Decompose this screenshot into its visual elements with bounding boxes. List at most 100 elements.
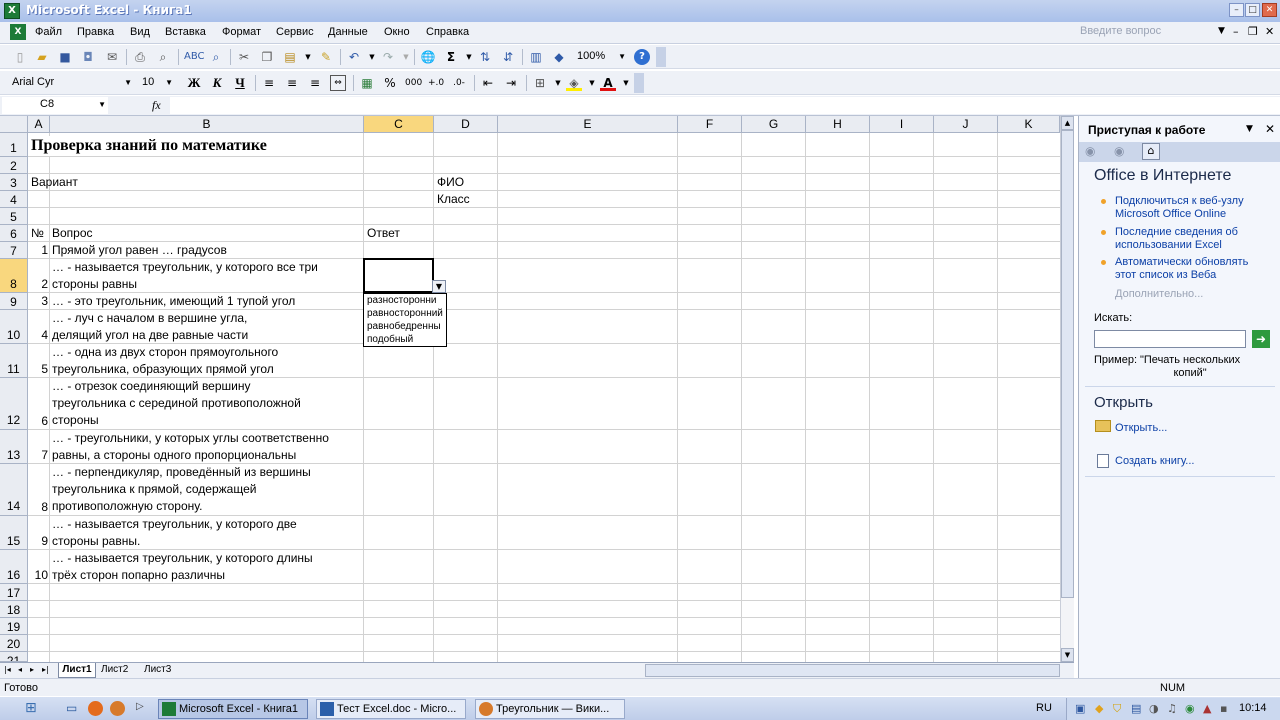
fill-dropdown-icon[interactable]: ▼ [584, 75, 600, 91]
last-sheet-icon[interactable]: ▸| [42, 665, 49, 674]
horizontal-scrollbar[interactable] [645, 664, 1060, 677]
decrease-indent-icon[interactable]: ⇤ [480, 75, 496, 91]
row-header[interactable]: 6 [0, 225, 28, 242]
cut-icon[interactable]: ✂ [236, 49, 252, 65]
row-header[interactable]: 16 [0, 550, 28, 584]
row-header[interactable]: 20 [0, 635, 28, 652]
row-header[interactable]: 12 [0, 378, 28, 430]
column-header-e[interactable]: E [498, 116, 678, 133]
chart-wizard-icon[interactable]: ▥ [528, 49, 544, 65]
dropdown-option[interactable]: равнобедренны [367, 320, 446, 333]
percent-button[interactable]: % [382, 75, 398, 91]
toolbar-options-icon[interactable] [634, 73, 644, 93]
font-size-select[interactable]: 10 ▼ [138, 74, 176, 91]
row-header[interactable]: 21 [0, 652, 28, 662]
taskbar-browser[interactable]: Треугольник — Вики... [475, 699, 625, 719]
font-color-dropdown-icon[interactable]: ▼ [618, 75, 634, 91]
firefox-icon[interactable] [110, 701, 125, 716]
forward-icon[interactable]: ◉ [1114, 144, 1124, 158]
formula-input[interactable] [170, 97, 1280, 114]
merge-center-icon[interactable]: ⇔ [330, 75, 346, 91]
tray-icon[interactable]: ▤ [1131, 702, 1141, 715]
link-more[interactable]: Дополнительно... [1115, 288, 1203, 301]
sort-desc-icon[interactable]: ⇵ [500, 49, 516, 65]
sheet-tab-2[interactable]: Лист2 [101, 664, 128, 675]
column-header-d[interactable]: D [434, 116, 498, 133]
zoom-select[interactable]: 100% ▼ [573, 48, 629, 65]
print-preview-icon[interactable]: ⌕ [155, 49, 171, 65]
new-icon[interactable]: ▯ [12, 49, 28, 65]
align-center-icon[interactable]: ≡ [284, 75, 300, 91]
dropdown-option[interactable]: равносторонний [367, 307, 446, 320]
column-header-g[interactable]: G [742, 116, 806, 133]
row-header[interactable]: 5 [0, 208, 28, 225]
opera-icon[interactable] [88, 701, 103, 716]
decrease-decimal-icon[interactable]: .0- [451, 75, 467, 91]
increase-decimal-icon[interactable]: +.0 [428, 75, 444, 91]
undo-icon[interactable]: ↶ [346, 49, 362, 65]
permission-icon[interactable]: ◘ [80, 49, 96, 65]
network-icon[interactable]: ◑ [1149, 702, 1159, 715]
search-input[interactable] [1094, 330, 1246, 348]
link-latest-info[interactable]: Последние сведения об использовании Exce… [1115, 226, 1238, 252]
row-header[interactable]: 8 [0, 259, 28, 293]
show-desktop-icon[interactable]: ▭ [66, 701, 77, 715]
font-color-icon[interactable]: A [600, 75, 616, 91]
home-icon[interactable]: ⌂ [1142, 143, 1160, 160]
menu-help[interactable]: Справка [426, 26, 469, 38]
select-all-corner[interactable] [0, 116, 28, 133]
quicklaunch-more-icon[interactable]: ▷ [136, 701, 144, 712]
dropdown-option[interactable]: подобный [367, 333, 446, 346]
row-header[interactable]: 19 [0, 618, 28, 635]
close-button[interactable]: ✕ [1262, 3, 1277, 17]
thousands-button[interactable]: 000 [405, 75, 422, 91]
row-header[interactable]: 3 [0, 174, 28, 191]
column-header-f[interactable]: F [678, 116, 742, 133]
menu-window[interactable]: Окно [384, 26, 410, 38]
row-header[interactable]: 14 [0, 464, 28, 516]
column-header-c[interactable]: C [364, 116, 434, 133]
create-workbook-link[interactable]: Создать книгу... [1115, 455, 1194, 468]
menu-file[interactable]: Файл [35, 26, 62, 38]
row-header[interactable]: 1 [0, 133, 28, 157]
row-header[interactable]: 9 [0, 293, 28, 310]
prev-sheet-icon[interactable]: ◂ [18, 665, 22, 674]
sort-asc-icon[interactable]: ⇅ [477, 49, 493, 65]
sheet-tab-1[interactable]: Лист1 [58, 663, 96, 678]
increase-indent-icon[interactable]: ⇥ [503, 75, 519, 91]
toolbar-options-icon[interactable] [656, 47, 666, 67]
vertical-scrollbar[interactable]: ▲ ▼ [1060, 116, 1074, 662]
open-link[interactable]: Открыть... [1115, 422, 1167, 435]
research-icon[interactable]: ⌕ [208, 49, 224, 65]
paste-dropdown-icon[interactable]: ▼ [300, 49, 316, 65]
active-cell-c8[interactable] [363, 258, 434, 293]
borders-dropdown-icon[interactable]: ▼ [550, 75, 566, 91]
drawing-icon[interactable]: ◆ [551, 49, 567, 65]
fill-color-icon[interactable]: ◈ [566, 75, 582, 91]
security-shield-icon[interactable]: ⛉ [1113, 702, 1121, 716]
row-header[interactable]: 2 [0, 157, 28, 174]
next-sheet-icon[interactable]: ▸ [30, 665, 34, 674]
align-right-icon[interactable]: ≡ [307, 75, 323, 91]
tray-icon[interactable]: ▣ [1075, 702, 1085, 715]
minimize-button[interactable]: – [1229, 3, 1244, 17]
ask-dropdown-icon[interactable]: ▼ [1218, 26, 1225, 36]
task-pane-close-icon[interactable]: ✕ [1265, 122, 1275, 136]
name-box[interactable]: C8 ▼ [2, 97, 108, 114]
column-header-b[interactable]: B [50, 116, 364, 133]
open-icon[interactable]: ▰ [34, 49, 50, 65]
redo-dropdown-icon[interactable]: ▼ [398, 49, 414, 65]
taskbar-word[interactable]: Тест Excel.doc - Micro... [316, 699, 466, 719]
row-header[interactable]: 11 [0, 344, 28, 378]
volume-icon[interactable]: ♫ [1167, 702, 1177, 715]
doc-restore-button[interactable]: ❐ [1248, 25, 1258, 38]
menu-format[interactable]: Формат [222, 26, 261, 38]
column-header-j[interactable]: J [934, 116, 998, 133]
sheet-tab-3[interactable]: Лист3 [144, 664, 171, 675]
column-header-k[interactable]: K [998, 116, 1060, 133]
taskbar-excel[interactable]: Microsoft Excel - Книга1 [158, 699, 308, 719]
currency-icon[interactable]: ▦ [359, 75, 375, 91]
row-header[interactable]: 10 [0, 310, 28, 344]
underline-button[interactable]: Ч [232, 75, 248, 91]
task-pane-menu-icon[interactable]: ▼ [1246, 124, 1253, 134]
